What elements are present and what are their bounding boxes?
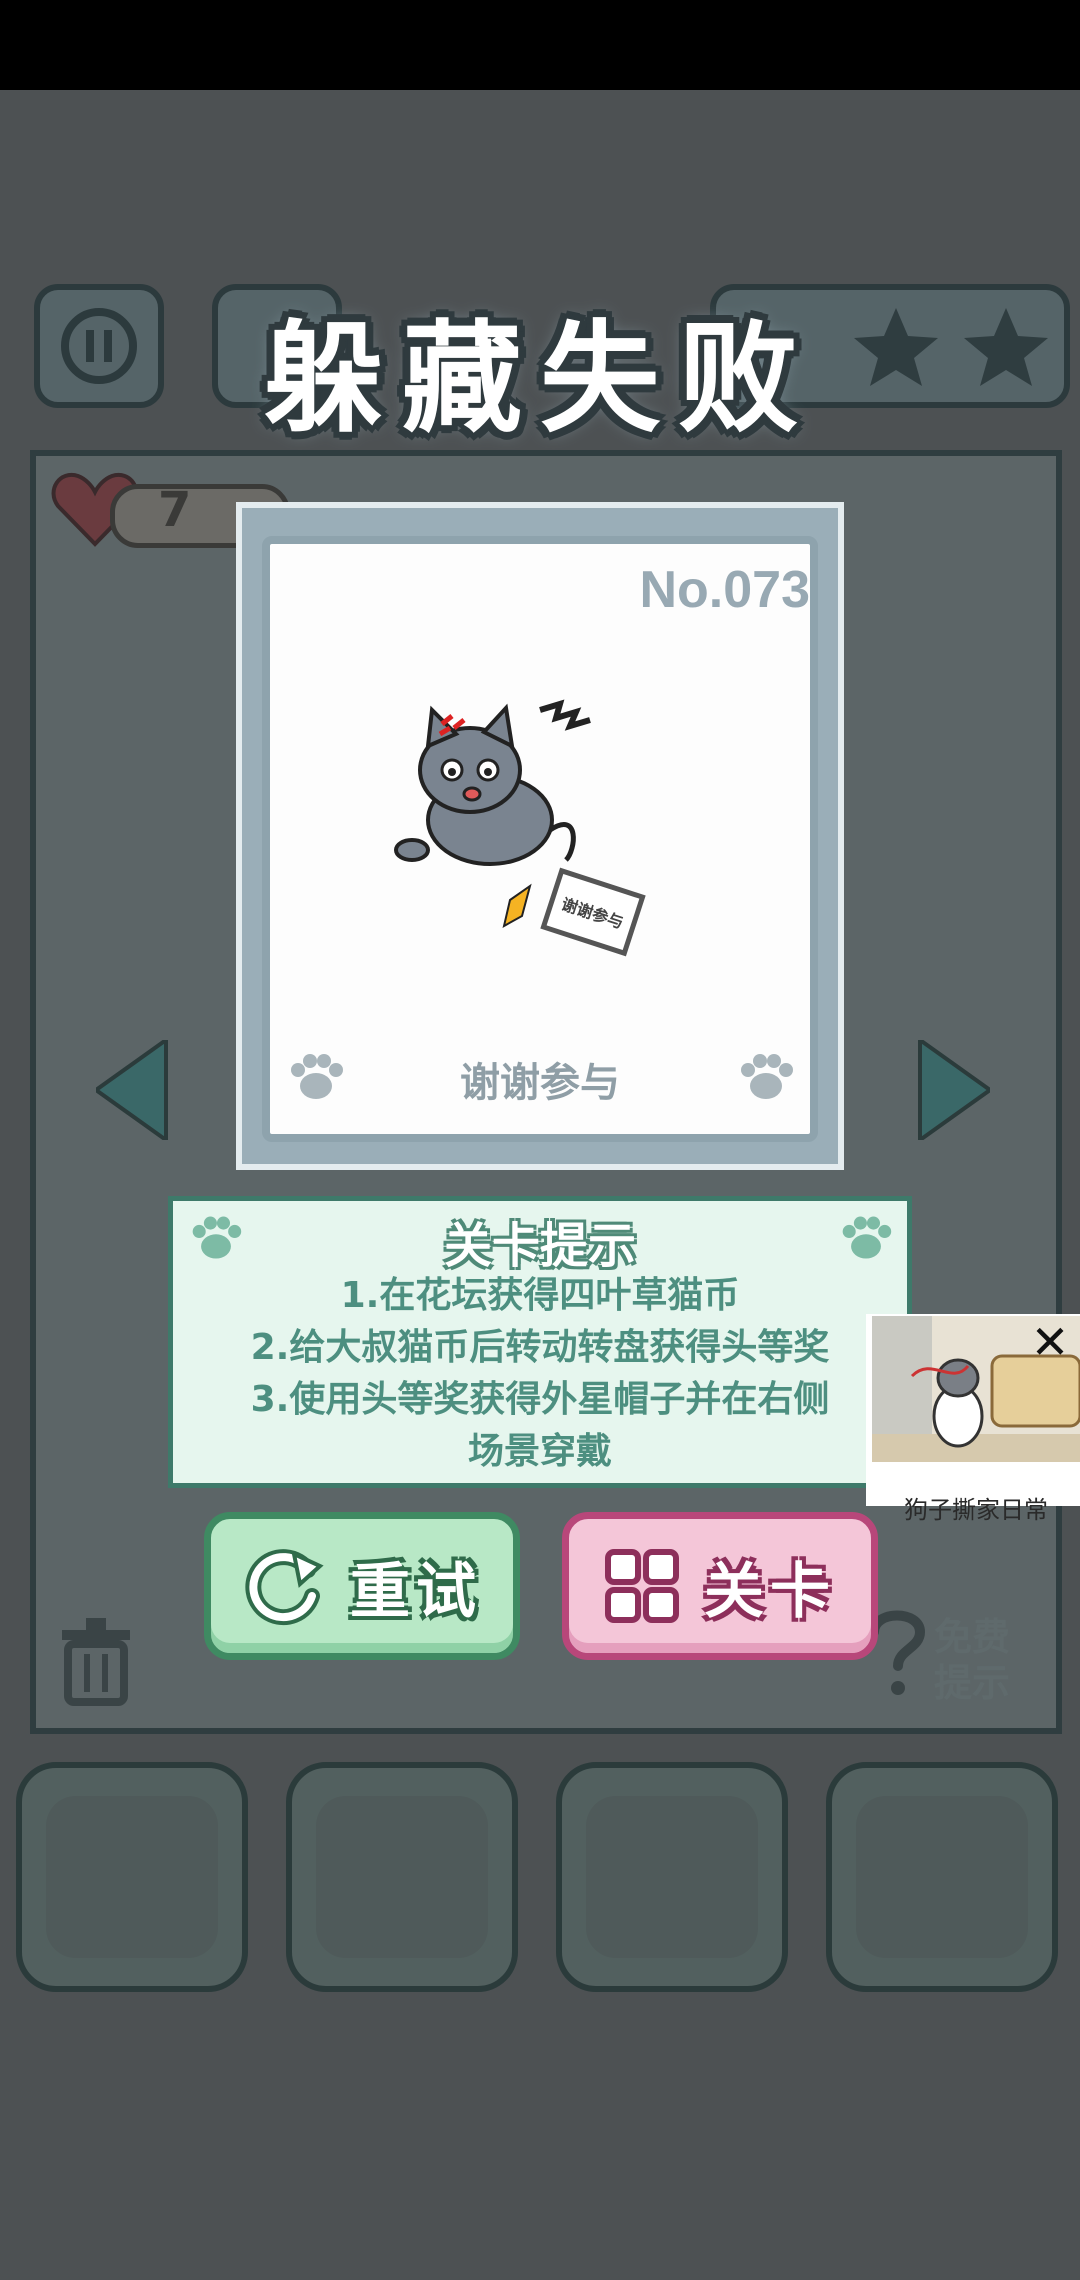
paw-icon	[838, 1214, 894, 1266]
card-number: No.073	[639, 561, 810, 619]
inventory-slot-1	[16, 1762, 248, 1992]
grid-icon	[605, 1549, 679, 1623]
inventory-slot-3	[556, 1762, 788, 1992]
card-caption: 谢谢参与	[460, 1060, 620, 1106]
retry-button[interactable]: 重试	[204, 1512, 520, 1660]
hint-line-4: 场景穿戴	[467, 1431, 612, 1472]
retry-label: 重试	[350, 1556, 482, 1627]
paw-icon	[736, 1052, 796, 1106]
arrow-left-icon	[92, 1036, 176, 1144]
levels-label: 关卡	[704, 1556, 836, 1627]
levels-button[interactable]: 关卡	[562, 1512, 878, 1660]
trash-icon	[46, 1606, 146, 1710]
lives-count: 7	[158, 482, 192, 538]
stamp-text: 谢谢参与	[559, 894, 626, 933]
inventory-slot-2	[286, 1762, 518, 1992]
free-hint-label-2: 提示	[934, 1661, 1011, 1705]
arrow-right-icon	[910, 1036, 994, 1144]
paw-icon	[188, 1214, 244, 1266]
hint-line-1: 1.在花坛获得四叶草猫币	[340, 1275, 740, 1316]
hint-line-2: 2.给大叔猫币后转动转盘获得头等奖	[250, 1327, 830, 1368]
ad-caption[interactable]: 狗子撕家日常	[872, 1492, 1080, 1528]
retry-icon	[245, 1549, 324, 1626]
status-bar	[0, 0, 1080, 90]
pause-button	[34, 284, 164, 408]
paw-icon	[286, 1052, 346, 1106]
free-hint-button: 免费 提示	[862, 1598, 1032, 1708]
result-title: 躲藏失败	[264, 310, 816, 449]
hint-line-3: 3.使用头等奖获得外星帽子并在右侧	[250, 1379, 830, 1420]
inventory-slot-4	[826, 1762, 1058, 1992]
pause-icon	[61, 308, 137, 384]
close-icon[interactable]: ✕	[1024, 1318, 1076, 1366]
